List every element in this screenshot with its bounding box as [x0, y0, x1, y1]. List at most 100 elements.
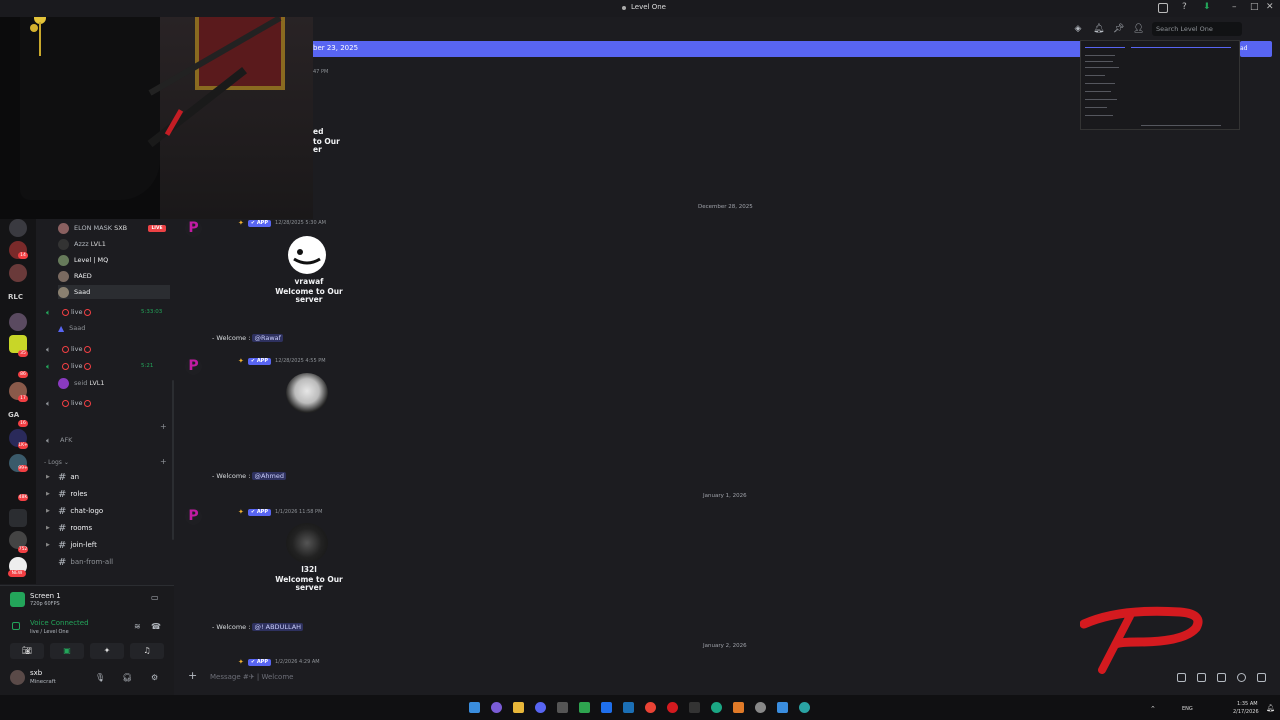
search-input[interactable]: Search Level One — [1152, 22, 1242, 36]
user-mention[interactable]: @Rawaf — [252, 334, 283, 342]
welcome-text: - Welcome : @Rawaf — [212, 334, 283, 342]
add-channel-icon[interactable]: + — [160, 422, 167, 431]
voice-channel[interactable]: 🔈︎ live — [46, 342, 93, 356]
server-label[interactable]: GA — [8, 411, 19, 419]
avatar[interactable] — [10, 670, 25, 685]
app-icon[interactable] — [601, 702, 612, 713]
download-icon[interactable]: ⬇ — [1203, 2, 1211, 12]
language-indicator[interactable]: ENG — [1182, 706, 1193, 712]
apps-icon[interactable] — [1257, 673, 1266, 682]
voice-user[interactable]: Level | MQ — [58, 253, 108, 267]
attach-icon[interactable]: + — [188, 669, 197, 682]
voice-user[interactable]: ELON MASK SXB — [58, 221, 127, 235]
chrome-icon[interactable] — [645, 702, 656, 713]
screen-share-icon — [10, 592, 25, 607]
welcome-card-image[interactable] — [286, 235, 328, 275]
notification-bell-icon[interactable]: 🔔︎ — [1266, 704, 1275, 712]
speaker-icon: 🔈︎ — [46, 361, 51, 371]
app-icon[interactable] — [557, 702, 568, 713]
sticker-icon[interactable] — [1217, 673, 1226, 682]
screen-icon[interactable] — [1158, 3, 1168, 13]
new-messages-banner[interactable]: ber 23, 2025 — [313, 41, 1080, 57]
text-channel[interactable]: ▶ # roles — [46, 487, 87, 501]
text-channel[interactable]: ▶ # join-left — [46, 538, 97, 552]
close-button[interactable]: ✕ — [1266, 2, 1274, 12]
headphones-icon[interactable]: 🎧︎ — [122, 673, 132, 682]
window-titlebar: Level One ? ⬇ – □ ✕ — [0, 0, 1280, 17]
voice-channel-afk[interactable]: 🔈︎ AFK — [46, 433, 72, 447]
server-icon[interactable] — [9, 264, 27, 282]
bot-avatar[interactable]: P — [185, 508, 202, 525]
voice-connected-label[interactable]: Voice Connected — [30, 619, 89, 627]
edge-icon[interactable] — [711, 702, 722, 713]
disconnect-icon[interactable]: ☎ — [151, 622, 161, 631]
voice-channel[interactable]: 🔈︎ live — [46, 305, 93, 319]
app-icon[interactable] — [777, 702, 788, 713]
threads-icon[interactable]: ◈ — [1073, 24, 1083, 34]
app-icon[interactable] — [733, 702, 744, 713]
user-mention[interactable]: @! ABDULLAH — [252, 623, 304, 631]
screen-share-button[interactable]: ▣ — [50, 643, 84, 659]
gift-icon[interactable] — [1177, 673, 1186, 682]
welcome-card-image[interactable] — [286, 373, 328, 413]
opera-icon[interactable] — [667, 702, 678, 713]
user-mention[interactable]: @Ahmed — [252, 472, 287, 480]
server-folder-icon[interactable] — [9, 509, 27, 527]
start-icon[interactable] — [469, 702, 480, 713]
welcome-text: - Welcome : @! ABDULLAH — [212, 623, 304, 631]
voice-user[interactable]: Saad — [58, 285, 170, 299]
bell-icon[interactable]: 🔔︎ — [1093, 24, 1104, 34]
text-channel[interactable]: # ban-from-all — [46, 555, 113, 569]
settings-icon[interactable] — [755, 702, 766, 713]
help-icon[interactable]: ? — [1182, 2, 1187, 12]
server-icon[interactable] — [9, 313, 27, 331]
gif-icon[interactable] — [1197, 673, 1206, 682]
user-area[interactable]: sxb Minecraft — [0, 668, 174, 688]
app-icon[interactable] — [579, 702, 590, 713]
tray-chevron-icon[interactable]: ⌃ — [1150, 705, 1156, 713]
soundboard-button[interactable]: ♫ — [130, 643, 164, 659]
file-explorer-icon[interactable] — [513, 702, 524, 713]
voice-user[interactable]: seid LVL1 — [58, 376, 105, 390]
signal-icon[interactable] — [12, 622, 20, 630]
category-logs[interactable]: - Logs ⌄ — [44, 459, 69, 466]
gear-icon[interactable]: ⚙ — [151, 673, 158, 682]
message-meta: ✦ ✔ APP 12/28/2025 5:30 AM — [238, 219, 326, 227]
bot-avatar[interactable]: P — [185, 220, 202, 237]
app-icon[interactable] — [799, 702, 810, 713]
voice-channel[interactable]: 🔈︎ live — [46, 359, 93, 373]
bot-avatar[interactable]: P — [185, 358, 202, 375]
welcome-card-image[interactable] — [286, 523, 328, 563]
mark-read-button[interactable]: ad — [1240, 41, 1272, 57]
app-icon[interactable] — [689, 702, 700, 713]
steam-icon[interactable] — [623, 702, 634, 713]
voice-user[interactable]: RAED — [58, 269, 92, 283]
speaker-icon: 🔈︎ — [46, 435, 51, 445]
voice-user[interactable]: ▲ Saad — [58, 321, 85, 335]
brand-watermark-logo — [1080, 606, 1203, 674]
copilot-icon[interactable] — [491, 702, 502, 713]
pin-icon[interactable]: 📌︎ — [1113, 24, 1124, 34]
camera-button[interactable]: 📷︎ — [10, 643, 44, 659]
discord-icon[interactable] — [535, 702, 546, 713]
voice-channel[interactable]: 🔈︎ live — [46, 396, 93, 410]
emoji-icon[interactable] — [1237, 673, 1246, 682]
date-separator: January 1, 2026 — [703, 493, 747, 499]
text-channel[interactable]: ▶ # rooms — [46, 521, 92, 535]
activities-button[interactable]: ✦ — [90, 643, 124, 659]
noise-suppression-icon[interactable]: ≋ — [134, 622, 141, 631]
clock-time[interactable]: 1:35 AM — [1237, 701, 1258, 707]
text-channel[interactable]: ▶ # chat-logo — [46, 504, 103, 518]
maximize-button[interactable]: □ — [1250, 2, 1259, 12]
voice-user[interactable]: Azzz LVL1 — [58, 237, 106, 251]
server-icon[interactable] — [9, 219, 27, 237]
server-label[interactable]: RLC — [8, 293, 23, 301]
text-channel[interactable]: ▶ # an — [46, 470, 79, 484]
message-input[interactable]: Message #✈ | Welcome — [210, 673, 293, 681]
members-icon[interactable]: 👤︎ — [1133, 24, 1144, 34]
clock-date[interactable]: 2/17/2026 — [1233, 709, 1259, 715]
add-channel-icon[interactable]: + — [160, 457, 167, 466]
mic-icon[interactable]: 🎙︎ — [95, 673, 105, 682]
stop-stream-icon[interactable]: ▭ — [151, 593, 159, 602]
minimize-button[interactable]: – — [1232, 2, 1237, 12]
